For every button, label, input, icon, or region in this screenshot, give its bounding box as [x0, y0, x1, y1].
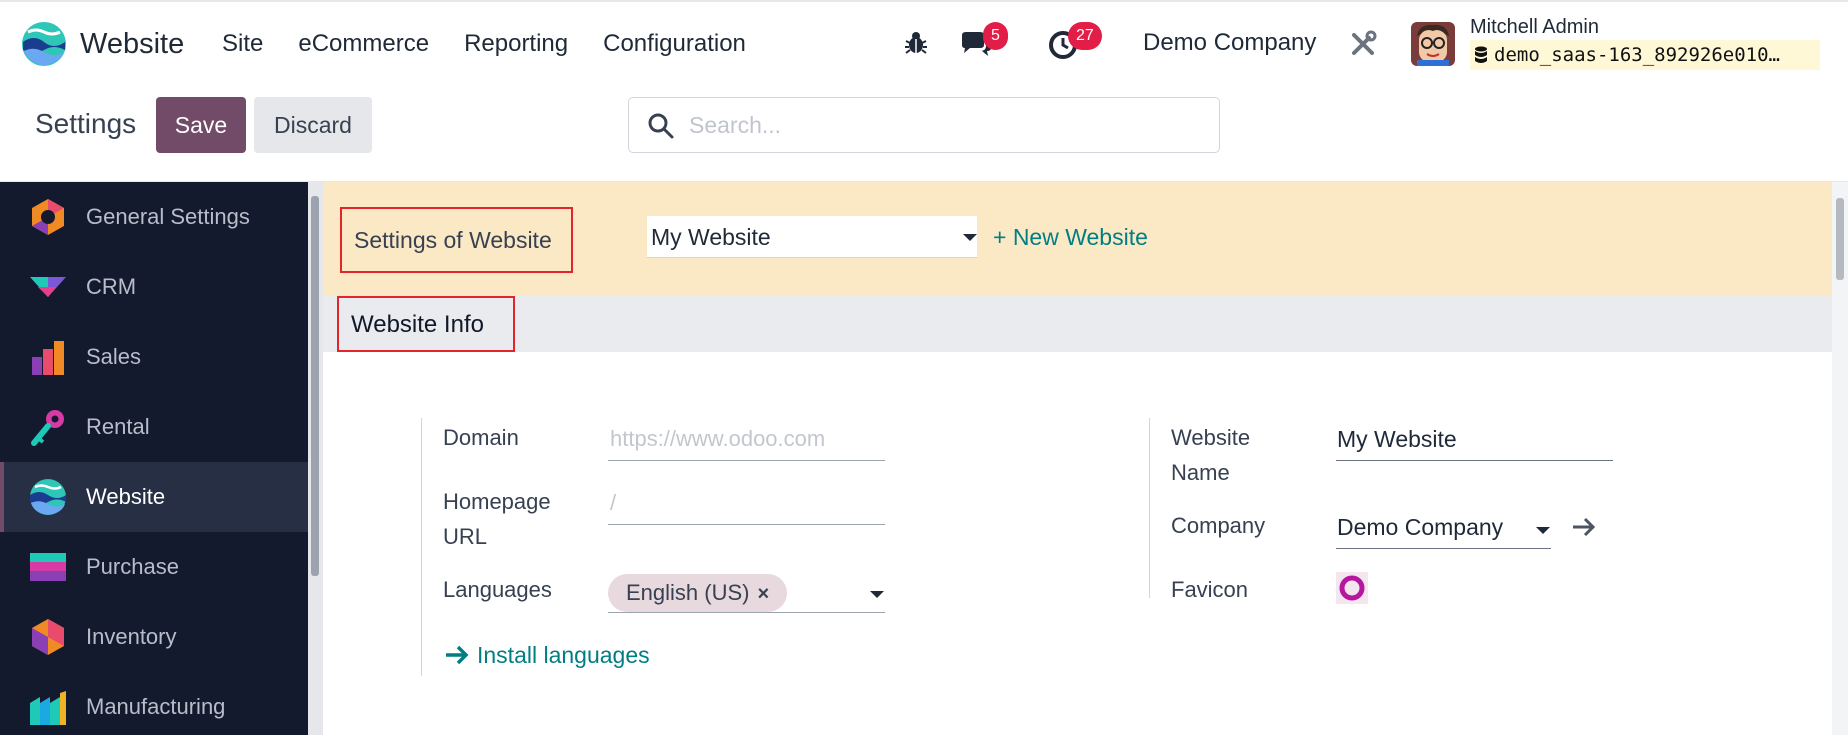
- domain-field[interactable]: https://www.odoo.com: [610, 426, 825, 452]
- website-icon: [30, 479, 66, 515]
- sidebar-item-label: Website: [86, 484, 166, 509]
- general-settings-icon: [32, 199, 64, 235]
- content-scrollbar[interactable]: [1832, 182, 1848, 735]
- crm-icon: [30, 277, 66, 297]
- languages-field-underline: [608, 612, 885, 613]
- domain-field-underline: [608, 460, 885, 461]
- page-title: Settings: [35, 108, 137, 139]
- menu-reporting[interactable]: Reporting: [464, 29, 568, 59]
- column-divider: [1149, 418, 1150, 598]
- sidebar-item-inventory[interactable]: Inventory: [0, 602, 308, 672]
- sidebar-item-label: Manufacturing: [86, 694, 226, 719]
- sidebar-item-manufacturing[interactable]: Manufacturing: [0, 672, 308, 735]
- search-box[interactable]: [628, 97, 1220, 153]
- sales-icon: [32, 341, 64, 375]
- menu-site[interactable]: Site: [222, 29, 263, 59]
- sidebar-item-purchase[interactable]: Purchase: [0, 532, 308, 602]
- settings-of-website-label: Settings of Website: [354, 227, 552, 253]
- database-name: demo_saas-163_892926e010…: [1494, 44, 1780, 66]
- company-external-link-icon[interactable]: [1571, 516, 1597, 538]
- settings-content: Settings of Website My Website + New Web…: [322, 182, 1833, 735]
- user-name[interactable]: Mitchell Admin: [1470, 16, 1599, 39]
- sidebar-scrollbar-thumb[interactable]: [311, 196, 319, 576]
- control-panel: Settings Save Discard: [0, 84, 1848, 182]
- search-input[interactable]: [689, 106, 1199, 144]
- purchase-icon: [30, 553, 66, 581]
- section-title: Website Info: [351, 311, 484, 338]
- sidebar-item-label: CRM: [86, 274, 137, 299]
- settings-sidebar: General Settings CRM Sales Rental Websit…: [0, 182, 308, 735]
- sidebar-item-label: Sales: [86, 344, 142, 369]
- main-menu: Site eCommerce Reporting Configuration: [222, 29, 781, 59]
- messages-badge: 5: [983, 22, 1008, 50]
- chevron-down-icon: [963, 234, 977, 241]
- database-tag: demo_saas-163_892926e010…: [1470, 40, 1820, 70]
- sidebar-item-label: Purchase: [86, 554, 179, 579]
- search-icon: [648, 113, 674, 139]
- new-website-button[interactable]: + New Website: [993, 224, 1148, 251]
- tag-remove-icon[interactable]: ×: [757, 583, 769, 605]
- sidebar-item-label: Rental: [86, 414, 150, 439]
- company-switcher[interactable]: Demo Company: [1143, 29, 1316, 57]
- sidebar-item-label: General Settings: [86, 204, 250, 229]
- tools-icon[interactable]: [1349, 30, 1377, 58]
- favicon-image[interactable]: [1336, 572, 1368, 604]
- top-navbar: Website Site eCommerce Reporting Configu…: [0, 0, 1848, 84]
- homepage-url-label: Homepage URL: [443, 489, 551, 549]
- rental-icon: [31, 410, 64, 446]
- website-select-value: My Website: [651, 224, 771, 250]
- domain-label: Domain: [443, 425, 519, 450]
- content-scrollbar-thumb[interactable]: [1836, 198, 1844, 280]
- sidebar-item-sales[interactable]: Sales: [0, 322, 308, 392]
- app-name: Website: [80, 28, 185, 60]
- menu-ecommerce[interactable]: eCommerce: [298, 29, 429, 59]
- sidebar-item-crm[interactable]: CRM: [0, 252, 308, 322]
- homepage-url-field-underline: [608, 524, 885, 525]
- language-tag: English (US) ×: [608, 574, 788, 612]
- sidebar-item-website[interactable]: Website: [0, 462, 308, 532]
- language-tag-label: English (US): [626, 580, 750, 605]
- column-divider: [421, 418, 422, 676]
- sidebar-item-general-settings[interactable]: General Settings: [0, 182, 308, 252]
- website-name-underline: [1336, 460, 1613, 461]
- user-avatar[interactable]: [1411, 22, 1455, 66]
- manufacturing-icon: [30, 691, 66, 725]
- inventory-icon: [32, 619, 64, 655]
- menu-configuration[interactable]: Configuration: [603, 29, 746, 59]
- sidebar-scrollbar[interactable]: [308, 182, 322, 735]
- company-field-underline: [1336, 548, 1551, 549]
- website-name-label: Website Name: [1171, 425, 1251, 485]
- annotation-box: Website Info: [337, 296, 515, 352]
- website-selector-band: Settings of Website My Website + New Web…: [323, 182, 1833, 296]
- discard-button[interactable]: Discard: [254, 97, 372, 153]
- database-icon: [1475, 46, 1487, 63]
- company-dropdown-icon[interactable]: [1536, 527, 1550, 534]
- section-header: Website Info: [323, 296, 1833, 352]
- activities-badge: 27: [1068, 22, 1102, 50]
- install-languages-link[interactable]: Install languages: [477, 642, 650, 669]
- sidebar-item-label: Inventory: [86, 624, 177, 649]
- website-name-field[interactable]: My Website: [1337, 426, 1457, 453]
- sidebar-item-rental[interactable]: Rental: [0, 392, 308, 462]
- arrow-right-icon: [446, 645, 469, 665]
- company-label: Company: [1171, 513, 1266, 538]
- app-brand[interactable]: Website: [20, 20, 184, 68]
- homepage-url-field[interactable]: /: [610, 490, 616, 516]
- company-field[interactable]: Demo Company: [1337, 514, 1503, 541]
- favicon-label: Favicon: [1171, 577, 1249, 602]
- website-app-icon: [22, 22, 66, 66]
- debug-bug-icon[interactable]: [903, 30, 929, 56]
- languages-label: Languages: [443, 577, 552, 602]
- website-select[interactable]: My Website: [647, 216, 977, 258]
- save-button[interactable]: Save: [156, 97, 246, 153]
- annotation-box: Settings of Website: [340, 207, 573, 273]
- languages-dropdown-icon[interactable]: [870, 591, 884, 598]
